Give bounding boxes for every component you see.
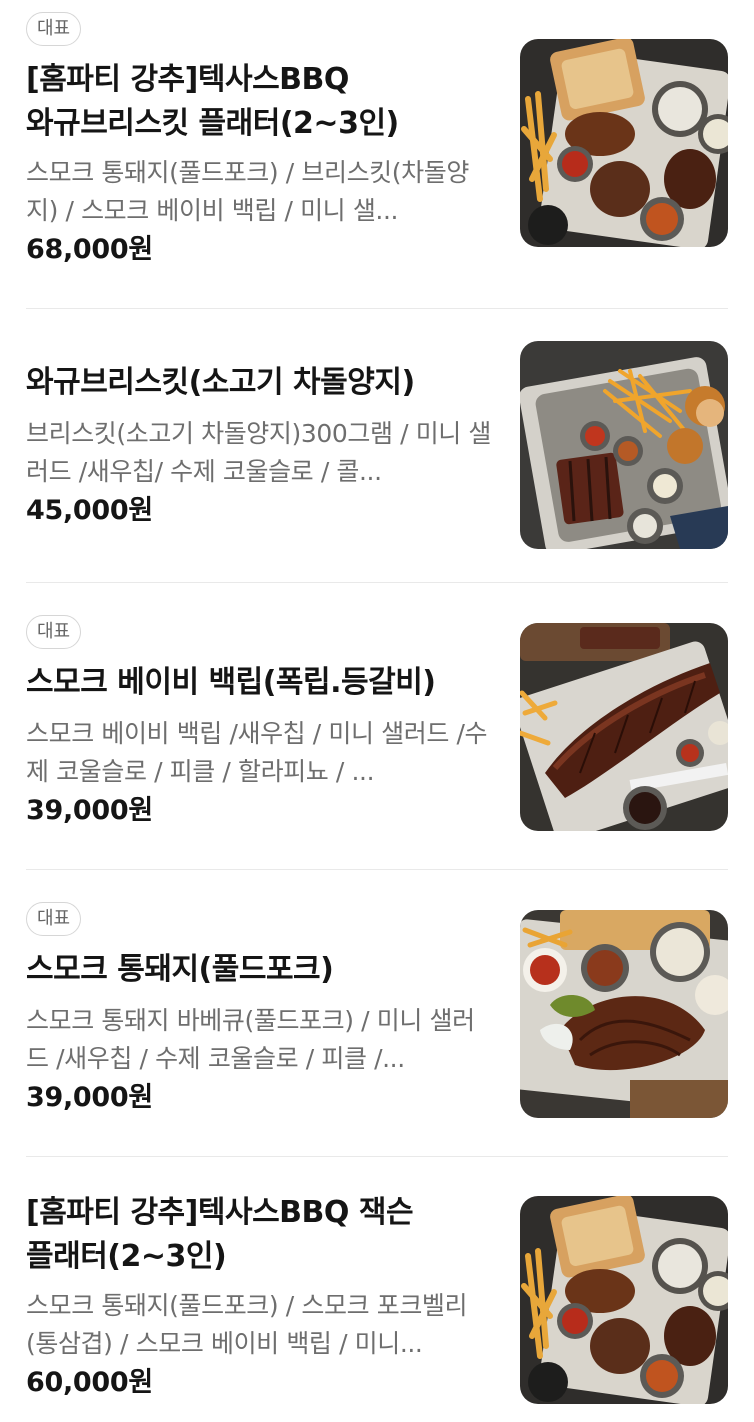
menu-item[interactable]: 대표 [홈파티 강추]텍사스BBQ 와규브리스킷 플래터(2~3인) 스모크 통…: [26, 0, 728, 309]
menu-item-description: 스모크 통돼지(풀드포크) / 브리스킷(차돌양지) / 스모크 베이비 백립 …: [26, 158, 469, 225]
representative-badge: 대표: [26, 12, 82, 46]
menu-item-description: 스모크 베이비 백립 /새우칩 / 미니 샐러드 /수제 코울슬로 / 피클 /…: [26, 719, 488, 786]
menu-item-price: 39,000원: [26, 1082, 153, 1113]
menu-list: 대표 [홈파티 강추]텍사스BBQ 와규브리스킷 플래터(2~3인) 스모크 통…: [0, 0, 754, 1422]
pulled-pork-photo[interactable]: [520, 910, 728, 1118]
baby-back-ribs-photo[interactable]: [520, 623, 728, 831]
brisket-tray-photo[interactable]: [520, 341, 728, 549]
bbq-platter-photo[interactable]: [520, 1196, 728, 1404]
menu-item-description: 브리스킷(소고기 차돌양지)300그램 / 미니 샐러드 /새우칩/ 수제 코울…: [26, 419, 492, 486]
menu-item[interactable]: 대표 스모크 통돼지(풀드포크) 스모크 통돼지 바베큐(풀드포크) / 미니 …: [26, 870, 728, 1157]
representative-badge: 대표: [26, 902, 82, 936]
menu-item-text: [홈파티 강추]텍사스BBQ 잭슨 플래터(2~3인) 스모크 통돼지(풀드포크…: [26, 1191, 496, 1403]
bbq-platter-photo[interactable]: [520, 39, 728, 247]
menu-item-name: 와규브리스킷(소고기 차돌양지): [26, 365, 415, 400]
menu-item-price: 45,000원: [26, 495, 153, 526]
menu-item-text: 와규브리스킷(소고기 차돌양지) 브리스킷(소고기 차돌양지)300그램 / 미…: [26, 361, 496, 531]
menu-item-name: 스모크 베이비 백립(폭립.등갈비): [26, 665, 436, 700]
menu-item-description: 스모크 통돼지 바베큐(풀드포크) / 미니 샐러드 /새우칩 / 수제 코울슬…: [26, 1006, 475, 1073]
menu-item-description: 스모크 통돼지(풀드포크) / 스모크 포크벨리(통삼겹) / 스모크 베이비 …: [26, 1291, 468, 1358]
menu-item[interactable]: [홈파티 강추]텍사스BBQ 잭슨 플래터(2~3인) 스모크 통돼지(풀드포크…: [26, 1157, 728, 1422]
menu-item-name: [홈파티 강추]텍사스BBQ 와규브리스킷 플래터(2~3인): [26, 62, 399, 141]
menu-item-text: 대표 스모크 통돼지(풀드포크) 스모크 통돼지 바베큐(풀드포크) / 미니 …: [26, 902, 496, 1118]
menu-item-text: 대표 스모크 베이비 백립(폭립.등갈비) 스모크 베이비 백립 /새우칩 / …: [26, 615, 496, 831]
menu-item-price: 68,000원: [26, 234, 153, 265]
menu-item[interactable]: 대표 스모크 베이비 백립(폭립.등갈비) 스모크 베이비 백립 /새우칩 / …: [26, 583, 728, 870]
menu-item[interactable]: 와규브리스킷(소고기 차돌양지) 브리스킷(소고기 차돌양지)300그램 / 미…: [26, 309, 728, 583]
menu-item-price: 39,000원: [26, 795, 153, 826]
menu-item-price: 60,000원: [26, 1367, 153, 1398]
menu-item-name: 스모크 통돼지(풀드포크): [26, 952, 334, 987]
menu-item-text: 대표 [홈파티 강추]텍사스BBQ 와규브리스킷 플래터(2~3인) 스모크 통…: [26, 12, 496, 270]
representative-badge: 대표: [26, 615, 82, 649]
menu-item-name: [홈파티 강추]텍사스BBQ 잭슨 플래터(2~3인): [26, 1195, 414, 1274]
